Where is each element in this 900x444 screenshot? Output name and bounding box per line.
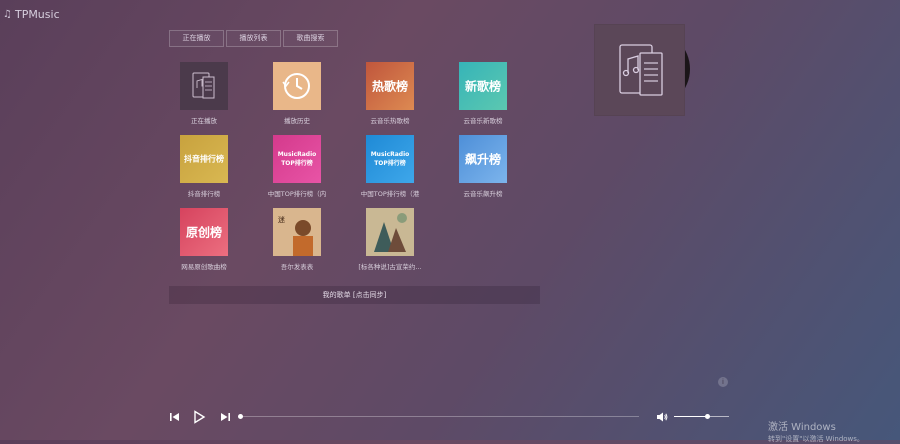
playlist-caption: 抖音排行榜 bbox=[187, 190, 221, 198]
playlist-caption: 云音乐新歌榜 bbox=[463, 117, 503, 125]
playlist-cover[interactable]: 原创榜 bbox=[180, 208, 228, 256]
playlist-cover[interactable]: 抖音排行榜 bbox=[180, 135, 228, 183]
tab-now-playing[interactable]: 正在播放 bbox=[169, 30, 224, 47]
volume-handle[interactable] bbox=[705, 414, 710, 419]
play-icon[interactable] bbox=[192, 410, 206, 424]
svg-text:迷: 迷 bbox=[278, 215, 285, 224]
volume-icon[interactable] bbox=[655, 410, 669, 424]
playlist-cover[interactable] bbox=[180, 62, 228, 110]
cover-label: 新歌榜 bbox=[464, 79, 501, 94]
cover-label: MusicRadio TOP排行榜 bbox=[277, 151, 317, 167]
playlist-cover[interactable]: 迷 bbox=[273, 208, 321, 256]
my-playlists-sync-button[interactable]: 我的歌单 [点击同步] bbox=[169, 286, 540, 304]
previous-track-icon[interactable] bbox=[168, 410, 182, 424]
playlist-tile[interactable]: 迷吾尔发表表 bbox=[262, 208, 332, 271]
app-title-text: TPMusic bbox=[14, 8, 60, 21]
playlist-cover[interactable] bbox=[273, 62, 321, 110]
playlist-caption: 播放历史 bbox=[284, 117, 310, 125]
now-playing-panel bbox=[594, 24, 694, 116]
info-icon[interactable]: i bbox=[718, 377, 728, 387]
playlist-cover[interactable]: 飙升榜 bbox=[459, 135, 507, 183]
player-bar bbox=[166, 408, 736, 426]
windows-activation-watermark: 激活 Windows 转到"设置"以激活 Windows。 bbox=[768, 418, 864, 444]
playlist-tile[interactable]: 抖音排行榜 抖音排行榜 bbox=[169, 135, 239, 198]
volume-fill bbox=[674, 416, 707, 417]
playlist-tile[interactable]: MusicRadio TOP排行榜中国TOP排行榜（港 bbox=[355, 135, 425, 198]
playlist-tile[interactable]: 新歌榜 云音乐新歌榜 bbox=[448, 62, 518, 125]
painting-image bbox=[366, 208, 414, 256]
playlist-caption: 正在播放 bbox=[191, 117, 217, 125]
app-title: ♫ TPMusic bbox=[3, 8, 60, 21]
watermark-line1: 激活 Windows bbox=[768, 422, 836, 433]
cover-label: 原创榜 bbox=[185, 225, 222, 240]
portrait-image: 迷 bbox=[273, 208, 321, 256]
playlist-tile[interactable]: 正在播放 bbox=[169, 62, 239, 125]
volume-slider[interactable] bbox=[674, 414, 729, 419]
music-note-icon: ♫ bbox=[3, 9, 12, 20]
playlist-tile[interactable]: 飙升榜 云音乐飙升榜 bbox=[448, 135, 518, 198]
history-clock-icon bbox=[282, 73, 310, 99]
playlist-caption: 云音乐热歌榜 bbox=[370, 117, 410, 125]
watermark-line2: 转到"设置"以激活 Windows。 bbox=[768, 435, 864, 443]
playlist-tile[interactable]: [标各种说]古宣荣约... bbox=[355, 208, 425, 271]
playlist-tile[interactable]: 原创榜网易原创歌曲榜 bbox=[169, 208, 239, 271]
progress-slider[interactable] bbox=[238, 414, 639, 419]
cover-label: MusicRadio TOP排行榜 bbox=[370, 151, 410, 167]
playlist-caption: [标各种说]古宣荣约... bbox=[358, 263, 422, 271]
playlist-caption: 网易原创歌曲榜 bbox=[181, 263, 227, 271]
playlist-tile[interactable]: 播放历史 bbox=[262, 62, 332, 125]
music-list-icon bbox=[619, 44, 663, 96]
playlist-cover[interactable]: MusicRadio TOP排行榜 bbox=[366, 135, 414, 183]
tab-playlist[interactable]: 播放列表 bbox=[226, 30, 281, 47]
playlist-cover[interactable]: MusicRadio TOP排行榜 bbox=[273, 135, 321, 183]
album-art[interactable] bbox=[594, 24, 685, 116]
playlist-cover[interactable] bbox=[366, 208, 414, 256]
playlist-tile[interactable]: 热歌榜 云音乐热歌榜 bbox=[355, 62, 425, 125]
playlist-tile[interactable]: MusicRadio TOP排行榜中国TOP排行榜（内 bbox=[262, 135, 332, 198]
playlist-cover[interactable]: 热歌榜 bbox=[366, 62, 414, 110]
cover-label: 飙升榜 bbox=[464, 152, 501, 167]
playlist-cover[interactable]: 新歌榜 bbox=[459, 62, 507, 110]
music-list-icon bbox=[192, 72, 215, 99]
next-track-icon[interactable] bbox=[218, 410, 232, 424]
playlist-caption: 云音乐飙升榜 bbox=[463, 190, 503, 198]
progress-handle[interactable] bbox=[238, 414, 243, 419]
tab-song-search[interactable]: 歌曲搜索 bbox=[283, 30, 338, 47]
tab-bar: 正在播放 播放列表 歌曲搜索 bbox=[169, 30, 340, 47]
cover-label: 抖音排行榜 bbox=[184, 154, 224, 164]
playlist-caption: 吾尔发表表 bbox=[280, 263, 314, 271]
cover-label: 热歌榜 bbox=[371, 79, 408, 94]
playlist-caption: 中国TOP排行榜（港 bbox=[360, 190, 420, 198]
playlist-caption: 中国TOP排行榜（内 bbox=[267, 190, 327, 198]
